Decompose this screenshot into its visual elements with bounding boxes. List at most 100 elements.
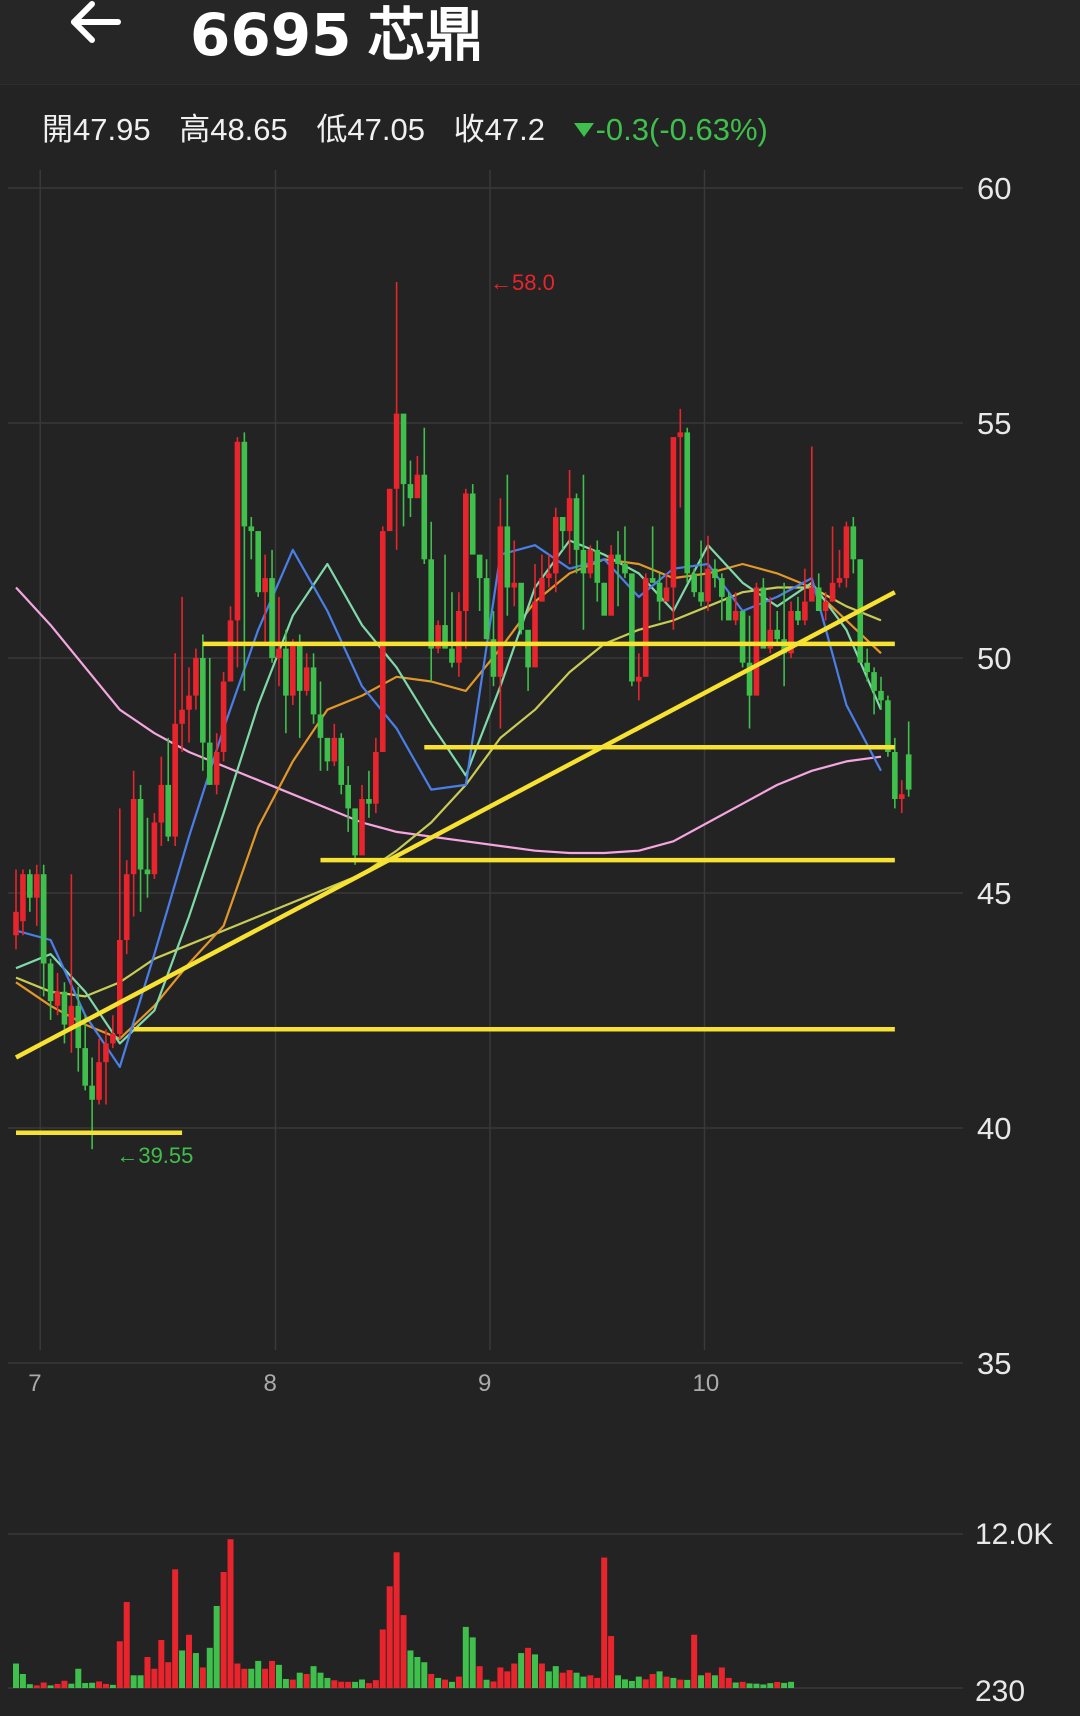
volume-bar: [158, 1639, 165, 1688]
candle-body: [843, 526, 850, 579]
volume-chart[interactable]: 12.0K 230: [0, 1510, 1080, 1716]
volume-bar: [490, 1681, 497, 1688]
candle-body: [27, 874, 33, 898]
y-tick-label: 35: [977, 1346, 1011, 1381]
volume-bar: [469, 1637, 476, 1688]
candle-body: [40, 874, 47, 964]
price-chart[interactable]: 60 55 50 45 40 35 7 8 9 10 ←58.0 ←39.55: [0, 150, 1080, 1480]
volume-bar: [345, 1681, 352, 1688]
volume-bar: [393, 1552, 400, 1688]
candle-body: [213, 752, 220, 785]
low-price-label: ←39.55: [116, 1143, 193, 1168]
volume-bar: [400, 1615, 407, 1688]
candle-body: [677, 432, 684, 438]
candle-body: [684, 432, 691, 574]
candle-body: [573, 498, 580, 550]
volume-bar: [663, 1676, 670, 1688]
volume-bar: [580, 1676, 587, 1688]
volume-bar: [504, 1671, 511, 1688]
volume-bar: [684, 1679, 691, 1688]
volume-bar: [54, 1683, 61, 1688]
candle-body: [587, 549, 594, 574]
volume-bar: [760, 1684, 767, 1688]
y-tick-label: 50: [977, 641, 1011, 676]
candle-body: [331, 737, 338, 762]
candle-body: [898, 794, 905, 799]
candle-body: [504, 526, 511, 588]
candle-body: [386, 488, 393, 532]
volume-bar: [61, 1680, 68, 1688]
volume-bar: [421, 1662, 428, 1688]
x-tick-label: 8: [264, 1370, 277, 1397]
candle-body: [532, 601, 538, 668]
candle-body: [732, 611, 739, 621]
volume-bar: [372, 1680, 379, 1688]
volume-bar: [352, 1681, 359, 1688]
volume-bar: [428, 1674, 435, 1688]
volume-bar: [476, 1666, 483, 1688]
candle-body: [303, 667, 310, 691]
volume-bar: [206, 1647, 213, 1688]
volume-bar: [656, 1671, 663, 1688]
volume-bar: [774, 1681, 781, 1688]
volume-bar: [642, 1679, 649, 1688]
candle-body: [379, 531, 386, 752]
candle-body: [601, 582, 607, 616]
candle-body: [200, 658, 206, 743]
volume-bar: [296, 1672, 303, 1688]
volume-bar: [649, 1674, 656, 1688]
volume-bar: [538, 1663, 545, 1688]
volume-bar: [331, 1680, 338, 1688]
candle-body: [705, 568, 711, 602]
volume-bar: [483, 1679, 490, 1688]
volume-bar: [102, 1683, 109, 1688]
volume-bar: [386, 1586, 393, 1688]
volume-bar: [19, 1674, 26, 1688]
page-title: 6695 芯鼎: [190, 0, 499, 72]
volume-bar: [511, 1663, 518, 1688]
candle-body: [905, 754, 912, 790]
candle-body: [864, 662, 870, 673]
volume-bar: [767, 1683, 774, 1688]
volume-bar: [241, 1668, 248, 1688]
high-quote: 高48.65: [179, 112, 288, 147]
candle-body: [656, 582, 663, 602]
candle-body: [885, 700, 891, 752]
candle-body: [608, 554, 614, 616]
candle-body: [753, 587, 760, 696]
candle-body: [815, 587, 822, 611]
volume-bar: [26, 1684, 33, 1688]
volume-bar: [379, 1629, 386, 1688]
volume-bar: [448, 1681, 455, 1688]
candle-body: [629, 573, 635, 682]
stock-name: 芯鼎: [367, 1, 484, 69]
volume-bar: [497, 1667, 504, 1688]
candle-body: [47, 963, 54, 1002]
candle-body: [663, 587, 670, 602]
volume-bar: [414, 1656, 421, 1688]
candle-body: [850, 526, 857, 560]
volume-bar: [739, 1681, 746, 1688]
candle-body: [559, 517, 566, 532]
volume-bar: [753, 1683, 760, 1688]
candle-body: [13, 911, 19, 936]
volume-bar: [525, 1647, 532, 1688]
candle-body: [518, 582, 524, 630]
volume-bar: [33, 1685, 40, 1688]
back-button[interactable]: [66, 0, 130, 56]
volume-bar: [635, 1676, 642, 1688]
volume-bar: [566, 1670, 573, 1688]
volume-bar: [552, 1666, 559, 1688]
candle-body: [566, 498, 573, 532]
x-tick-label: 10: [693, 1370, 720, 1397]
volume-bar: [621, 1679, 628, 1688]
candle-body: [636, 676, 642, 682]
candle-body: [345, 784, 351, 809]
quote-bar: 開47.95 高48.65 低47.05 收47.2 -0.3(-0.63%): [42, 104, 768, 149]
volume-bar: [545, 1671, 552, 1688]
volume-bar: [234, 1663, 241, 1688]
triangle-down-icon: [573, 123, 594, 138]
candle-body: [774, 629, 780, 640]
candle-body: [255, 531, 261, 593]
candle-body: [290, 643, 296, 696]
